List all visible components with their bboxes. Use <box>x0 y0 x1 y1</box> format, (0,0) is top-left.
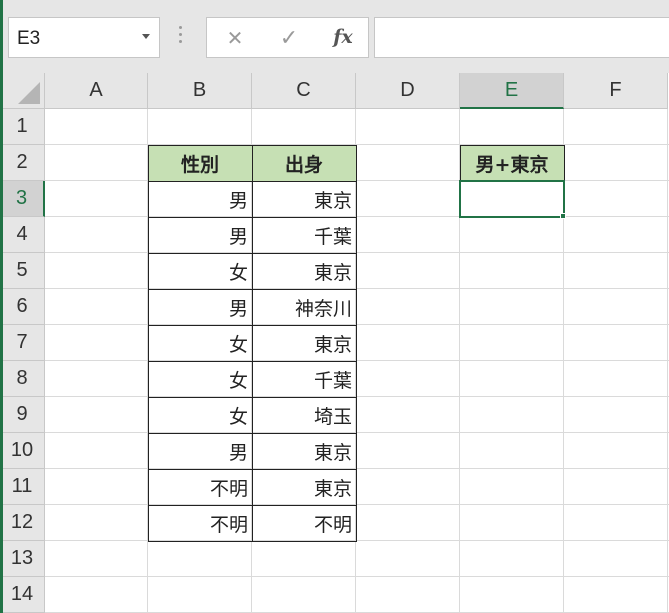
row-header-10[interactable]: 10 <box>0 433 45 469</box>
row-header-12[interactable]: 12 <box>0 505 45 541</box>
chevron-down-icon[interactable] <box>142 34 150 39</box>
cell-gender[interactable]: 不明 <box>148 505 252 541</box>
cell-origin[interactable]: 東京 <box>252 469 356 505</box>
cell-origin[interactable]: 神奈川 <box>252 289 356 325</box>
cancel-icon[interactable]: ✕ <box>221 26 249 50</box>
row-header-14[interactable]: 14 <box>0 577 45 613</box>
table-row-divider <box>148 469 356 470</box>
table-row-divider <box>148 325 356 326</box>
row-header-4[interactable]: 4 <box>0 217 45 253</box>
row-header-6[interactable]: 6 <box>0 289 45 325</box>
cell-origin[interactable]: 東京 <box>252 253 356 289</box>
row-header-7[interactable]: 7 <box>0 325 45 361</box>
gridline-horizontal <box>45 504 669 505</box>
table-row-divider <box>148 181 356 182</box>
gridline-horizontal <box>45 432 669 433</box>
window-left-accent <box>0 0 3 613</box>
table-row-divider <box>148 217 356 218</box>
gridline-horizontal <box>45 324 669 325</box>
column-header-c[interactable]: C <box>252 73 356 109</box>
column-header-e[interactable]: E <box>460 73 564 109</box>
active-cell-e3[interactable] <box>459 180 565 218</box>
cell-gender[interactable]: 不明 <box>148 469 252 505</box>
table-header-gender[interactable]: 性別 <box>148 145 252 181</box>
select-all-corner[interactable] <box>0 73 45 109</box>
column-header-a[interactable]: A <box>45 73 148 109</box>
cell-origin[interactable]: 不明 <box>252 505 356 541</box>
cell-origin[interactable]: 千葉 <box>252 217 356 253</box>
row-header-5[interactable]: 5 <box>0 253 45 289</box>
row-header-8[interactable]: 8 <box>0 361 45 397</box>
cell-gender[interactable]: 女 <box>148 361 252 397</box>
name-box[interactable]: E3 <box>8 17 160 58</box>
table-header-origin[interactable]: 出身 <box>252 145 356 181</box>
column-header-b[interactable]: B <box>148 73 252 109</box>
gridline-horizontal <box>45 216 669 217</box>
gridline-horizontal <box>45 540 669 541</box>
drag-handle-icon[interactable] <box>179 26 183 48</box>
cell-gender[interactable]: 男 <box>148 289 252 325</box>
cell-origin[interactable]: 東京 <box>252 433 356 469</box>
row-header-13[interactable]: 13 <box>0 541 45 577</box>
enter-icon[interactable]: ✓ <box>275 26 303 51</box>
table-row-divider <box>148 361 356 362</box>
gridline-horizontal <box>45 252 669 253</box>
gridline-horizontal <box>45 576 669 577</box>
criteria-header[interactable]: 男+東京 <box>460 145 564 181</box>
row-header-3[interactable]: 3 <box>0 181 45 217</box>
table-row-divider <box>148 253 356 254</box>
table-divider <box>252 145 253 541</box>
gridline-horizontal <box>45 468 669 469</box>
gridline-horizontal <box>45 288 669 289</box>
table-row-divider <box>148 397 356 398</box>
formula-buttons: ✕ ✓ fx <box>206 17 369 58</box>
gridline-horizontal <box>45 144 669 145</box>
row-header-11[interactable]: 11 <box>0 469 45 505</box>
cell-gender[interactable]: 男 <box>148 433 252 469</box>
gridline-horizontal <box>45 396 669 397</box>
cell-gender[interactable]: 女 <box>148 325 252 361</box>
column-header-d[interactable]: D <box>356 73 460 109</box>
table-row-divider <box>148 505 356 506</box>
cell-origin[interactable]: 千葉 <box>252 361 356 397</box>
column-header-f[interactable]: F <box>564 73 668 109</box>
cell-gender[interactable]: 男 <box>148 181 252 217</box>
cell-origin[interactable]: 埼玉 <box>252 397 356 433</box>
cell-origin[interactable]: 東京 <box>252 181 356 217</box>
fill-handle-icon[interactable] <box>560 213 566 219</box>
insert-function-icon[interactable]: fx <box>329 26 357 50</box>
gridline-horizontal <box>45 180 669 181</box>
select-all-icon <box>18 82 40 104</box>
cell-gender[interactable]: 女 <box>148 253 252 289</box>
gridline-horizontal <box>45 360 669 361</box>
table-row-divider <box>148 433 356 434</box>
row-header-1[interactable]: 1 <box>0 109 45 145</box>
table-row-divider <box>148 289 356 290</box>
gridline-vertical <box>667 109 668 613</box>
cell-origin[interactable]: 東京 <box>252 325 356 361</box>
cell-gender[interactable]: 男 <box>148 217 252 253</box>
formula-toolbar: E3 ✕ ✓ fx <box>0 0 669 73</box>
formula-input[interactable] <box>374 17 669 58</box>
row-header-2[interactable]: 2 <box>0 145 45 181</box>
row-header-9[interactable]: 9 <box>0 397 45 433</box>
name-box-value: E3 <box>17 28 41 49</box>
cell-gender[interactable]: 女 <box>148 397 252 433</box>
